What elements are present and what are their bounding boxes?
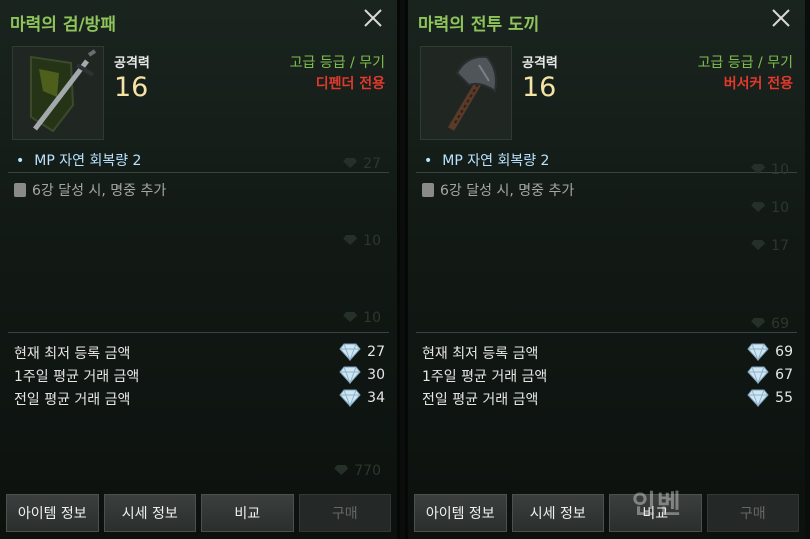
option-text: MP 자연 회복량 2 [34, 153, 142, 169]
diamond-icon [751, 240, 766, 250]
option-text: MP 자연 회복량 2 [442, 153, 550, 169]
divider [416, 172, 797, 173]
background-price: 17 [751, 238, 789, 254]
bullet-icon: • [16, 153, 25, 169]
divider [416, 332, 797, 333]
action-bar: 아이템 정보 시세 정보 비교 구매 [414, 494, 799, 532]
item-tooltip-left: 마력의 검/방패 공격력 16 고급 등급 / 무기 디펜더 전용 • MP 자연… [0, 0, 400, 539]
divider [8, 332, 389, 333]
attack-label: 공격력 [114, 56, 150, 71]
item-option: • MP 자연 회복량 2 [424, 150, 549, 170]
enhance-text: 6강 달성 시, 명중 추가 [440, 183, 575, 199]
class-restriction: 디펜더 전용 [315, 76, 385, 92]
price-label: 전일 평균 거래 금액 [422, 392, 539, 408]
diamond-icon [751, 164, 766, 174]
price-label: 전일 평균 거래 금액 [14, 392, 131, 408]
grade-label: 고급 등급 / 무기 [697, 55, 793, 71]
item-option: • MP 자연 회복량 2 [16, 150, 141, 170]
diamond-icon [751, 318, 766, 328]
class-restriction: 버서커 전용 [723, 76, 793, 92]
enhance-icon [422, 183, 434, 197]
price-label: 1주일 평균 거래 금액 [422, 369, 548, 385]
sword-shield-icon [12, 46, 104, 140]
attack-value: 16 [114, 72, 149, 103]
price-value: 67 [747, 366, 793, 384]
close-icon[interactable] [361, 6, 385, 30]
item-info-button[interactable]: 아이템 정보 [6, 494, 99, 532]
item-info-button[interactable]: 아이템 정보 [414, 494, 507, 532]
price-value: 34 [339, 389, 385, 407]
background-price: 10 [343, 233, 381, 249]
background-price: 10 [343, 310, 381, 326]
item-tooltip-right: 마력의 전투 도끼 공격력 16 고급 등급 / 무기 버서커 전용 • MP 자… [405, 0, 805, 539]
enhance-note: 6강 달성 시, 명중 추가 [14, 180, 166, 200]
compare-button[interactable]: 비교 [201, 494, 294, 532]
diamond-icon [747, 366, 769, 384]
price-row-current-lowest: 현재 최저 등록 금액 69 [422, 343, 793, 365]
action-bar: 아이템 정보 시세 정보 비교 구매 [6, 494, 391, 532]
diamond-icon [343, 312, 358, 322]
diamond-icon [343, 158, 358, 168]
market-info-button[interactable]: 시세 정보 [103, 494, 196, 532]
diamond-icon [747, 389, 769, 407]
attack-value: 16 [522, 72, 557, 103]
background-price: 27 [343, 156, 381, 172]
price-row-current-lowest: 현재 최저 등록 금액 27 [14, 343, 385, 365]
item-title: 마력의 검/방패 [10, 15, 116, 35]
market-info-button[interactable]: 시세 정보 [511, 494, 604, 532]
background-price: 69 [751, 316, 789, 332]
price-row-yesterday-avg: 전일 평균 거래 금액 34 [14, 389, 385, 411]
diamond-icon [751, 202, 766, 212]
price-row-yesterday-avg: 전일 평균 거래 금액 55 [422, 389, 793, 411]
diamond-icon [334, 465, 349, 475]
price-label: 1주일 평균 거래 금액 [14, 369, 140, 385]
price-row-week-avg: 1주일 평균 거래 금액 67 [422, 366, 793, 388]
diamond-icon [747, 343, 769, 361]
background-price: 770 [334, 463, 381, 479]
enhance-text: 6강 달성 시, 명중 추가 [32, 183, 167, 199]
item-title: 마력의 전투 도끼 [418, 15, 540, 35]
diamond-icon [343, 235, 358, 245]
price-label: 현재 최저 등록 금액 [14, 346, 131, 362]
divider [8, 172, 389, 173]
price-label: 현재 최저 등록 금액 [422, 346, 539, 362]
watermark-logo: 인벤 [632, 490, 682, 520]
buy-button[interactable]: 구매 [298, 494, 391, 532]
attack-label: 공격력 [522, 56, 558, 71]
close-icon[interactable] [769, 6, 793, 30]
diamond-icon [339, 389, 361, 407]
price-value: 30 [339, 366, 385, 384]
buy-button[interactable]: 구매 [706, 494, 799, 532]
grade-label: 고급 등급 / 무기 [289, 55, 385, 71]
price-value: 69 [747, 343, 793, 361]
battle-axe-icon [420, 46, 512, 140]
diamond-icon [339, 366, 361, 384]
price-value: 55 [747, 389, 793, 407]
bullet-icon: • [424, 153, 433, 169]
price-value: 27 [339, 343, 385, 361]
background-price: 10 [751, 162, 789, 178]
background-price: 10 [751, 200, 789, 216]
diamond-icon [339, 343, 361, 361]
enhance-icon [14, 183, 26, 197]
enhance-note: 6강 달성 시, 명중 추가 [422, 180, 574, 200]
price-row-week-avg: 1주일 평균 거래 금액 30 [14, 366, 385, 388]
